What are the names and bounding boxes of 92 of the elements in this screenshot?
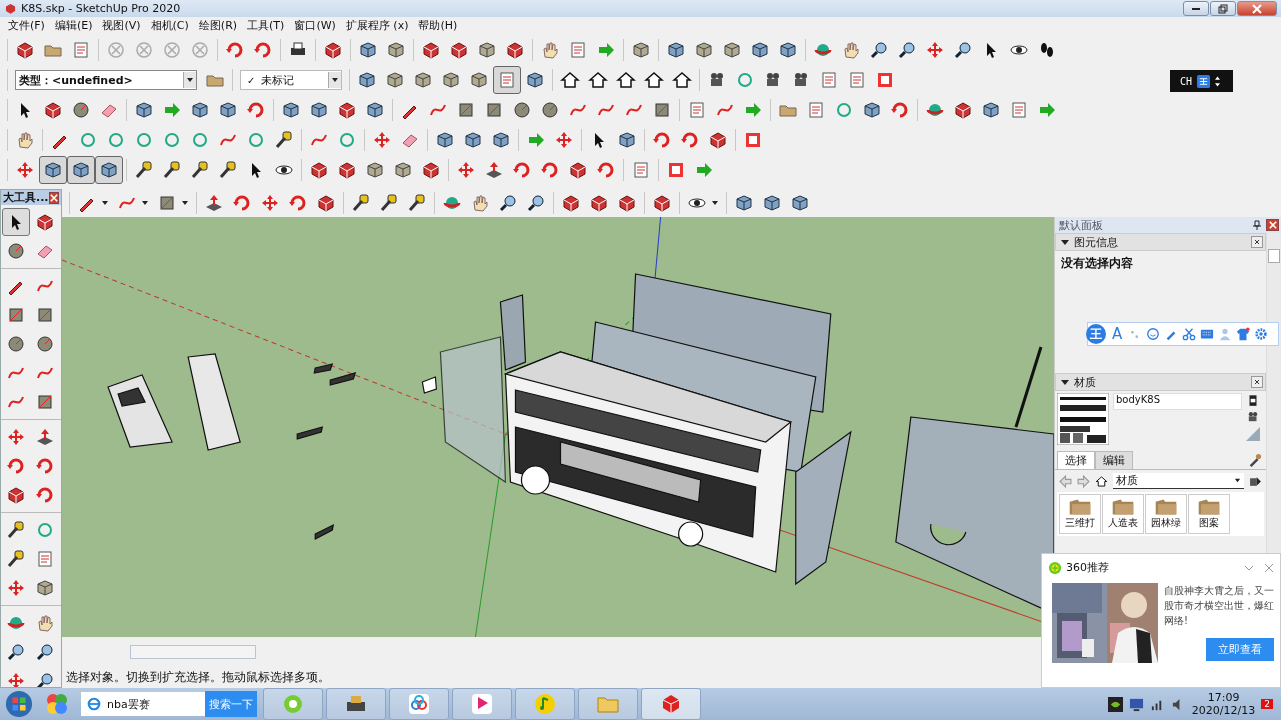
caret-icon[interactable] xyxy=(141,199,149,207)
close-button[interactable] xyxy=(48,191,59,204)
smiley-icon[interactable] xyxy=(1146,327,1161,341)
caret-icon[interactable] xyxy=(101,199,109,207)
section-title: 材质 xyxy=(1074,374,1097,390)
view-mode-cube-icon[interactable] xyxy=(95,156,123,184)
measurement-field[interactable] xyxy=(130,645,256,659)
folder-icon xyxy=(1068,497,1092,516)
minimize-icon xyxy=(1192,7,1200,10)
app-icon[interactable] xyxy=(641,688,701,720)
monitor-icon[interactable] xyxy=(1128,696,1144,712)
material-folder[interactable]: 图案 xyxy=(1188,494,1230,534)
input-method-indicator[interactable]: CH xyxy=(1170,70,1233,92)
menu-item[interactable]: 工具(T) xyxy=(242,17,290,33)
section-header[interactable]: 图元信息 xyxy=(1055,233,1266,251)
pin-icon[interactable] xyxy=(1252,220,1262,230)
type-dropdown[interactable]: 类型：<undefined> xyxy=(15,70,197,90)
caret-icon[interactable] xyxy=(711,199,719,207)
library-dropdown[interactable]: 材质 xyxy=(1113,473,1244,489)
add-material-icon[interactable] xyxy=(1246,410,1260,424)
clock-date: 2020/12/13 xyxy=(1191,704,1256,717)
section-header[interactable]: 材质 xyxy=(1055,373,1266,391)
folder-icon xyxy=(1197,497,1221,516)
gpu-icon[interactable] xyxy=(1107,696,1123,712)
clock-time: 17:09 xyxy=(1207,691,1240,704)
folder-icon xyxy=(1111,497,1135,516)
material-folder[interactable]: 三维打 xyxy=(1059,494,1101,534)
material-folder[interactable]: 人造表 xyxy=(1102,494,1144,534)
close-icon[interactable] xyxy=(1251,236,1263,248)
close-button[interactable] xyxy=(1237,1,1277,16)
app-icon xyxy=(4,2,17,15)
settings-icon[interactable] xyxy=(1254,327,1269,341)
menu-item[interactable]: 绘图(R) xyxy=(193,17,243,33)
keyboard-icon[interactable] xyxy=(1200,327,1215,341)
caret-icon xyxy=(331,76,339,84)
cloud-icon[interactable] xyxy=(389,688,449,720)
start-button[interactable] xyxy=(5,690,33,718)
tab[interactable]: 选择 xyxy=(1057,451,1095,469)
input-method-logo[interactable]: 王 xyxy=(1086,324,1106,344)
notification-badge[interactable]: 2 xyxy=(1261,699,1273,709)
view-mode-cube-icon[interactable] xyxy=(39,156,67,184)
face-style-document-icon[interactable] xyxy=(493,66,521,94)
menu-item[interactable]: 相机(C) xyxy=(145,17,194,33)
section-title: 图元信息 xyxy=(1074,234,1119,250)
scissors-icon[interactable] xyxy=(1182,327,1197,341)
material-thumbnail xyxy=(1057,393,1109,445)
material-name-field[interactable]: bodyK8S xyxy=(1113,393,1242,410)
tag-dropdown[interactable]: ✓ 未标记 xyxy=(240,70,342,90)
material-folder[interactable]: 园林绿 xyxy=(1145,494,1187,534)
arrows-icon xyxy=(1215,74,1221,88)
view-mode-cube-icon[interactable] xyxy=(67,156,95,184)
panel-title: 默认面板 xyxy=(1059,217,1104,233)
font-button[interactable]: A xyxy=(1112,325,1123,343)
folder-icon xyxy=(1154,497,1178,516)
menu-item[interactable]: 文件(F) xyxy=(3,17,50,33)
expand-icon[interactable] xyxy=(1061,378,1069,386)
pointer-icon[interactable] xyxy=(2,208,30,236)
expand-icon[interactable] xyxy=(1061,238,1069,246)
restore-button[interactable] xyxy=(1210,1,1236,16)
menu-item[interactable]: 编辑(E) xyxy=(49,17,98,33)
printer-icon[interactable] xyxy=(326,688,386,720)
ad-text: 自股神李大霄之后，又一股市奇才横空出世，爆红网络! xyxy=(1164,584,1274,628)
triangle-swatch-icon[interactable] xyxy=(1246,427,1260,441)
ad-title: 360推荐 xyxy=(1066,560,1110,575)
search-field[interactable]: nba罢赛 xyxy=(81,692,205,716)
close-icon xyxy=(1268,221,1277,229)
restore-icon xyxy=(1218,3,1228,14)
window-title: K8S.skp - SketchUp Pro 2020 xyxy=(21,2,182,15)
logo-icon xyxy=(1048,560,1062,575)
status-text: 选择对象。切换到扩充选择。拖动鼠标选择多项。 xyxy=(66,669,331,686)
close-icon[interactable] xyxy=(1251,376,1263,388)
app-icon[interactable] xyxy=(45,692,69,716)
caret-icon xyxy=(1234,477,1241,484)
menu-item[interactable]: 扩展程序 (x) xyxy=(340,17,414,33)
keyboard-icon xyxy=(1197,74,1211,88)
close-icon xyxy=(1252,3,1262,14)
close-icon xyxy=(49,193,58,202)
eyedropper-icon[interactable] xyxy=(1248,453,1262,467)
close-button[interactable] xyxy=(1266,219,1279,231)
video-app-icon[interactable] xyxy=(452,688,512,720)
entity-info-text: 没有选择内容 xyxy=(1061,256,1133,270)
house-icon[interactable] xyxy=(1095,474,1108,488)
menu-item[interactable]: 视图(V) xyxy=(97,17,146,33)
palette-title: 大工具... xyxy=(3,190,49,205)
minimize-button[interactable] xyxy=(1183,1,1209,16)
menu-item[interactable]: 帮助(H) xyxy=(413,17,463,33)
caret-icon[interactable] xyxy=(181,199,189,207)
browser-icon xyxy=(87,697,101,711)
menu-item[interactable]: 窗口(W) xyxy=(289,17,341,33)
shirt-icon[interactable] xyxy=(1236,327,1251,341)
tab[interactable]: 编辑 xyxy=(1095,451,1133,469)
caret-icon xyxy=(186,76,194,84)
